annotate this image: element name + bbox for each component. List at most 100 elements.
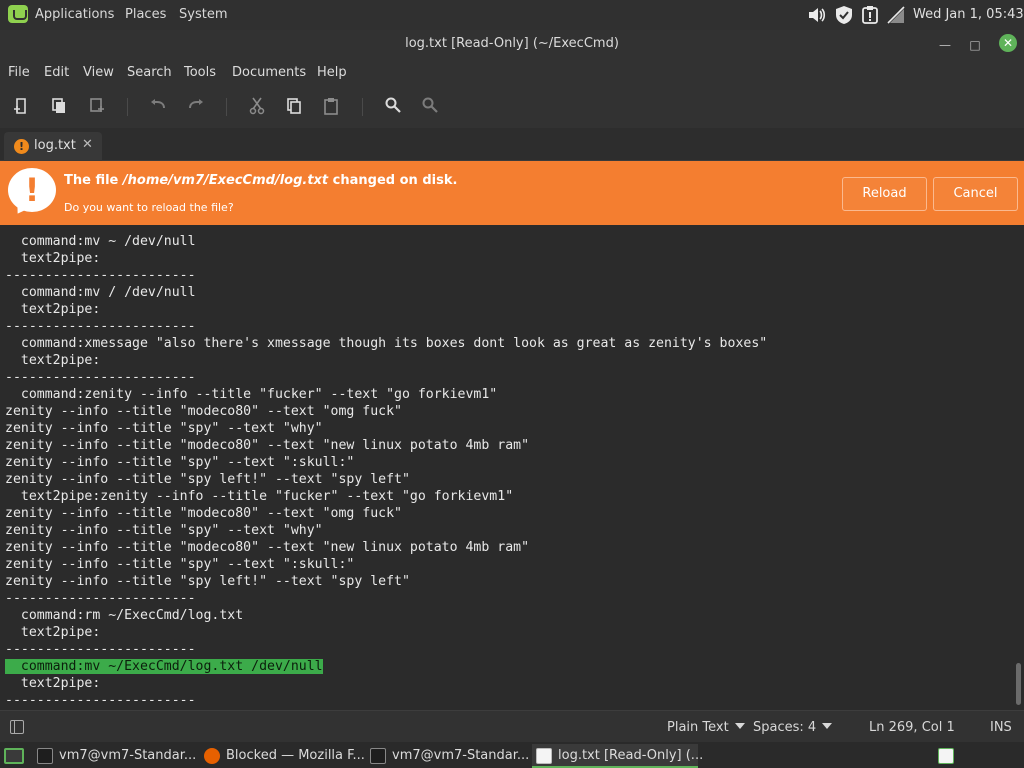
warning-icon: ! xyxy=(14,139,29,154)
notes-applet[interactable] xyxy=(936,744,960,768)
chevron-down-icon xyxy=(822,723,833,729)
taskbar-item-terminal-2[interactable]: vm7@vm7-Standar... xyxy=(366,744,531,768)
copy-document-icon[interactable] xyxy=(49,97,69,117)
editor-line[interactable]: text2pipe: xyxy=(5,676,100,691)
editor-line[interactable]: command:mv / /dev/null xyxy=(5,285,196,300)
insert-mode: INS xyxy=(990,720,1012,735)
editor-line-selected[interactable]: command:mv ~/ExecCmd/log.txt /dev/null xyxy=(5,659,323,674)
show-desktop-button[interactable] xyxy=(0,744,28,768)
paste-icon[interactable] xyxy=(321,97,341,117)
editor-line[interactable]: zenity --info --title "modeco80" --text … xyxy=(5,438,529,453)
editor-line[interactable]: zenity --info --title "spy left!" --text… xyxy=(5,472,410,487)
search-replace-icon[interactable] xyxy=(420,97,440,117)
window-titlebar[interactable]: log.txt [Read-Only] (~/ExecCmd) — □ xyxy=(0,30,1024,60)
editor-line[interactable]: zenity --info --title "modeco80" --text … xyxy=(5,506,402,521)
editor-line[interactable]: zenity --info --title "modeco80" --text … xyxy=(5,540,529,555)
tab-width-selector[interactable]: Spaces: 4 xyxy=(753,720,833,735)
terminal-icon xyxy=(37,748,53,764)
editor-text[interactable]: command:mv ~ /dev/null text2pipe: ------… xyxy=(5,233,767,709)
menu-tools[interactable]: Tools xyxy=(184,65,216,80)
side-panel-toggle-icon[interactable] xyxy=(10,720,24,734)
document-tabs: ! log.txt ✕ xyxy=(0,128,1024,161)
editor-line[interactable]: text2pipe:zenity --info --title "fucker"… xyxy=(5,489,513,504)
editor-line[interactable]: ------------------------ xyxy=(5,268,196,283)
menubar: File Edit View Search Tools Documents He… xyxy=(0,60,1024,86)
cursor-position: Ln 269, Col 1 xyxy=(869,720,955,735)
menu-search[interactable]: Search xyxy=(127,65,172,80)
new-document-icon[interactable] xyxy=(11,97,31,117)
redo-icon[interactable] xyxy=(186,97,206,117)
editor-line[interactable]: text2pipe: xyxy=(5,251,100,266)
taskbar-item-terminal-1[interactable]: vm7@vm7-Standar... xyxy=(33,744,198,768)
mint-logo-icon[interactable] xyxy=(8,5,28,23)
places-menu[interactable]: Places xyxy=(125,7,166,22)
editor-line[interactable]: text2pipe: xyxy=(5,353,100,368)
editor-line[interactable]: ------------------------ xyxy=(5,642,196,657)
terminal-icon xyxy=(370,748,386,764)
tab-label: log.txt xyxy=(34,138,76,153)
editor-line[interactable]: zenity --info --title "spy" --text ":sku… xyxy=(5,455,354,470)
infobar-file-path: /home/vm7/ExecCmd/log.txt xyxy=(122,173,329,188)
system-menu[interactable]: System xyxy=(179,7,227,22)
menu-edit[interactable]: Edit xyxy=(44,65,69,80)
menu-view[interactable]: View xyxy=(83,65,114,80)
editor-line[interactable]: zenity --info --title "spy" --text "why" xyxy=(5,523,323,538)
menu-help[interactable]: Help xyxy=(317,65,347,80)
editor-line[interactable]: text2pipe: xyxy=(5,625,100,640)
chevron-down-icon xyxy=(734,723,745,729)
taskbar: vm7@vm7-Standar... Blocked — Mozilla F..… xyxy=(0,742,1024,768)
editor-line[interactable]: text2pipe: xyxy=(5,302,100,317)
editor-line[interactable]: ------------------------ xyxy=(5,693,196,708)
copy-icon[interactable] xyxy=(284,97,304,117)
clock[interactable]: Wed Jan 1, 05:43 xyxy=(913,7,1024,22)
cancel-button[interactable]: Cancel xyxy=(933,177,1018,211)
text-editor-icon xyxy=(536,748,552,764)
text-editor-area[interactable]: command:mv ~ /dev/null text2pipe: ------… xyxy=(0,225,1012,710)
menu-documents[interactable]: Documents xyxy=(232,65,306,80)
notes-icon xyxy=(938,748,954,764)
maximize-icon[interactable]: □ xyxy=(967,37,983,53)
file-changed-infobar: ! The file /home/vm7/ExecCmd/log.txt cha… xyxy=(0,161,1024,225)
firefox-icon xyxy=(204,748,220,764)
tab-log-txt[interactable]: ! log.txt ✕ xyxy=(4,132,102,161)
toolbar-separator xyxy=(226,98,227,116)
close-window-button[interactable]: ✕ xyxy=(999,34,1017,52)
editor-line[interactable]: zenity --info --title "spy" --text "why" xyxy=(5,421,323,436)
scrollbar-thumb[interactable] xyxy=(1016,663,1021,705)
reload-button[interactable]: Reload xyxy=(842,177,927,211)
editor-line[interactable]: command:mv ~ /dev/null xyxy=(5,234,196,249)
window-title: log.txt [Read-Only] (~/ExecCmd) xyxy=(405,36,619,51)
shield-icon[interactable] xyxy=(833,4,855,26)
volume-icon[interactable] xyxy=(806,4,828,26)
taskbar-item-firefox[interactable]: Blocked — Mozilla F... xyxy=(200,744,365,768)
taskbar-item-text-editor[interactable]: log.txt [Read-Only] (... xyxy=(532,744,703,768)
editor-line[interactable]: ------------------------ xyxy=(5,370,196,385)
editor-line[interactable]: zenity --info --title "spy left!" --text… xyxy=(5,574,410,589)
toolbar xyxy=(0,86,1024,128)
menu-file[interactable]: File xyxy=(8,65,30,80)
desktop-icon xyxy=(4,748,24,764)
editor-line[interactable]: ------------------------ xyxy=(5,319,196,334)
editor-line[interactable]: zenity --info --title "spy" --text ":sku… xyxy=(5,557,354,572)
toolbar-separator xyxy=(362,98,363,116)
undo-icon[interactable] xyxy=(148,97,168,117)
vertical-scrollbar[interactable] xyxy=(1012,225,1024,710)
tab-close-icon[interactable]: ✕ xyxy=(82,137,93,152)
network-disconnected-icon[interactable] xyxy=(885,4,907,26)
open-document-icon[interactable] xyxy=(87,97,107,117)
applications-menu[interactable]: Applications xyxy=(35,7,114,22)
cut-icon[interactable] xyxy=(247,97,267,117)
editor-line[interactable]: ------------------------ xyxy=(5,591,196,606)
infobar-question: Do you want to reload the file? xyxy=(64,201,234,214)
editor-line[interactable]: zenity --info --title "modeco80" --text … xyxy=(5,404,402,419)
search-icon[interactable] xyxy=(383,97,403,117)
infobar-message: The file /home/vm7/ExecCmd/log.txt chang… xyxy=(64,173,458,188)
editor-line[interactable]: command:rm ~/ExecCmd/log.txt xyxy=(5,608,243,623)
minimize-icon[interactable]: — xyxy=(937,37,953,53)
top-panel: Applications Places System Wed Jan 1, 05… xyxy=(0,0,1024,30)
editor-line[interactable]: command:xmessage "also there's xmessage … xyxy=(5,336,767,351)
editor-line[interactable]: command:zenity --info --title "fucker" -… xyxy=(5,387,497,402)
statusbar: Plain Text Spaces: 4 Ln 269, Col 1 INS xyxy=(0,710,1024,742)
update-manager-icon[interactable] xyxy=(859,4,881,26)
language-selector[interactable]: Plain Text xyxy=(667,720,745,735)
